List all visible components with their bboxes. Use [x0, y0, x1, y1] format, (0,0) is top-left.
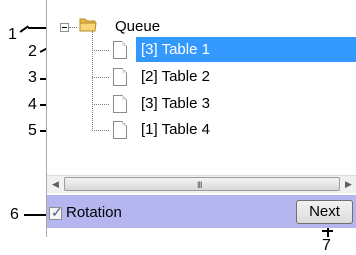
document-icon: [113, 41, 127, 59]
tree-item[interactable]: [2] Table 2: [141, 67, 210, 87]
tree-connector: [92, 104, 109, 105]
callout-line-6: [24, 214, 48, 216]
callout-6: 6: [10, 206, 19, 223]
callout-3: 3: [28, 69, 37, 86]
tree-connector-vertical: [92, 31, 93, 131]
callout-7: 7: [322, 237, 331, 254]
rotation-label[interactable]: Rotation: [66, 204, 122, 222]
tree-connector: [92, 50, 109, 51]
callout-2: 2: [28, 43, 37, 60]
callout-4: 4: [28, 96, 37, 113]
tree-connector: [92, 77, 109, 78]
root-connector: [69, 27, 77, 28]
tree-item[interactable]: [3] Table 1: [141, 40, 210, 60]
queue-tree[interactable]: Queue [3] Table 1 [2] Table 2 [3] Table …: [47, 0, 356, 175]
document-icon: [113, 95, 127, 113]
tree-item[interactable]: [1] Table 4: [141, 120, 210, 140]
footer-toolbar: ✓ Rotation Next: [47, 195, 356, 228]
horizontal-scrollbar[interactable]: ◀ III ▶: [47, 175, 356, 193]
scroll-left-arrow-icon[interactable]: ◀: [47, 176, 64, 193]
tree-item[interactable]: [3] Table 3: [141, 94, 210, 114]
rotation-checkbox[interactable]: ✓: [49, 204, 63, 220]
callout-5: 5: [28, 122, 37, 139]
checkmark-icon: ✓: [51, 204, 63, 220]
document-icon: [113, 121, 127, 139]
callout-1: 1: [8, 26, 17, 43]
tree-root-label[interactable]: Queue: [115, 17, 160, 37]
tree-connector: [92, 130, 109, 131]
scrollbar-grip: III: [197, 180, 202, 190]
queue-panel: Queue [3] Table 1 [2] Table 2 [3] Table …: [46, 0, 356, 237]
scrollbar-thumb[interactable]: III: [64, 177, 340, 191]
scroll-right-arrow-icon[interactable]: ▶: [340, 176, 356, 193]
document-icon: [113, 68, 127, 86]
folder-icon: [79, 18, 97, 32]
collapse-toggle[interactable]: [60, 23, 69, 32]
next-button[interactable]: Next: [296, 200, 353, 224]
